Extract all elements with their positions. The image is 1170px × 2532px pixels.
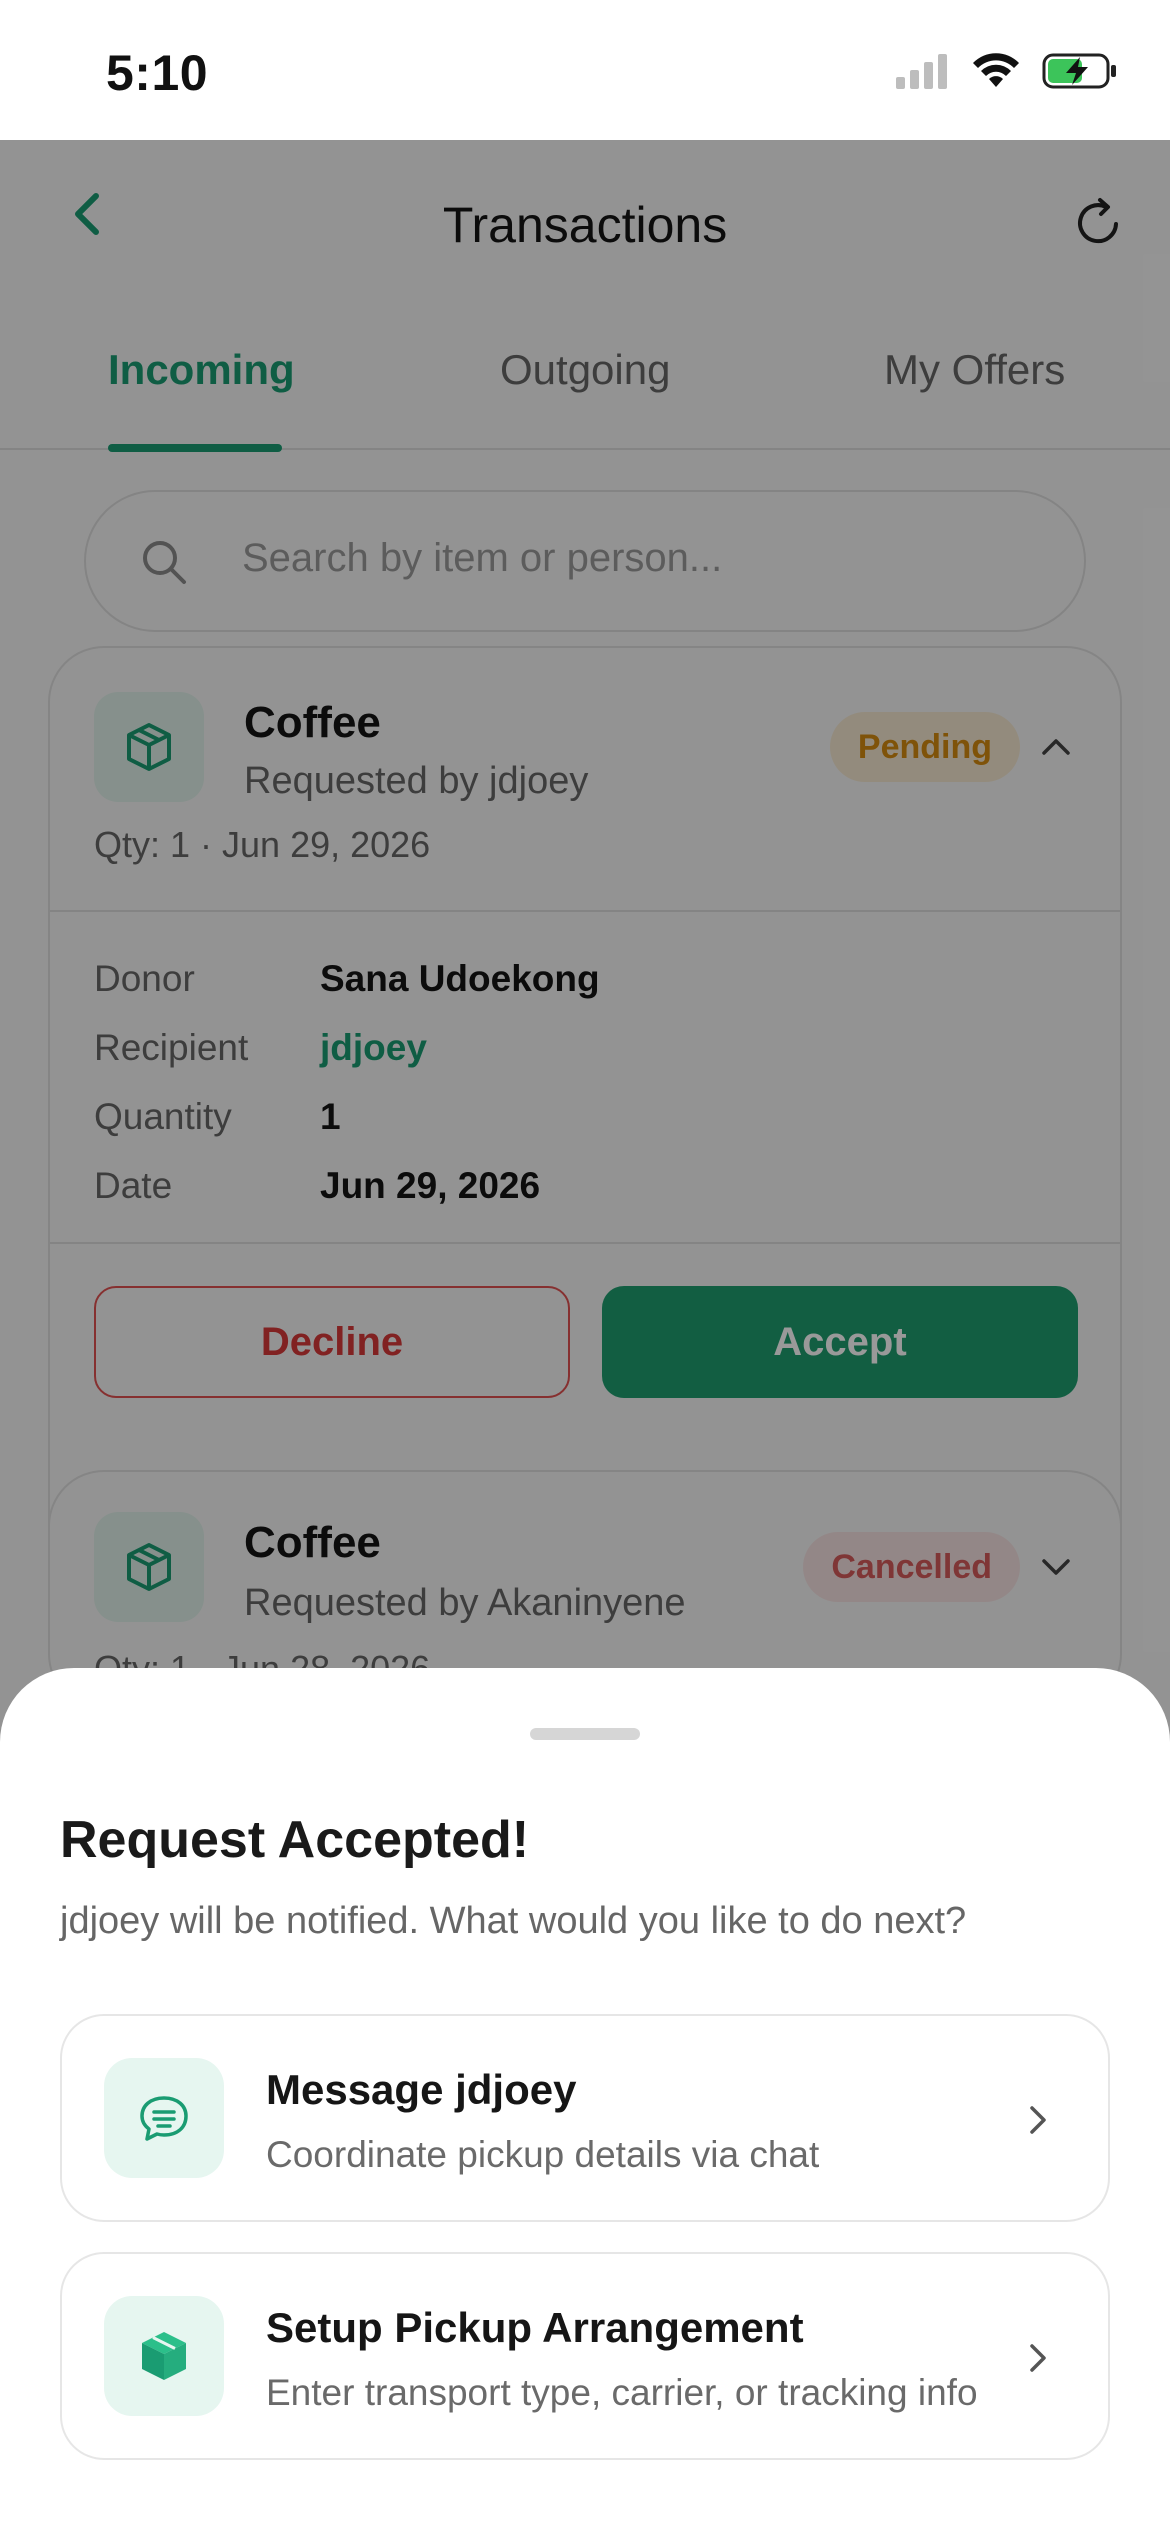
option-subtitle: Enter transport type, carrier, or tracki… [266,2372,978,2413]
option-icon-wrap [104,2296,224,2416]
option-title: Message jdjoey [266,2066,577,2113]
chevron-right-icon [1030,2344,1046,2372]
pickup-arrangement-option[interactable]: Setup Pickup Arrangement Enter transport… [60,2252,1110,2460]
option-title: Setup Pickup Arrangement [266,2304,804,2351]
status-bar: 5:10 [0,0,1170,140]
chevron-right-icon [1030,2106,1046,2134]
battery-charging-icon [1042,53,1116,89]
sheet-title: Request Accepted! [60,1811,530,1869]
chat-bubble-icon [140,2096,188,2141]
sheet-subtitle: jdjoey will be notified. What would you … [60,1900,967,1942]
status-icons [896,52,1118,90]
status-time: 5:10 [106,45,209,101]
bottom-sheet: Request Accepted! jdjoey will be notifie… [0,1668,1170,2532]
sheet-drag-handle[interactable] [530,1728,640,1740]
wifi-icon [973,53,1019,87]
option-icon-wrap [104,2058,224,2178]
option-subtitle: Coordinate pickup details via chat [266,2134,820,2175]
package-box-icon [142,2332,186,2380]
cellular-signal-icon [896,54,947,89]
message-option[interactable]: Message jdjoey Coordinate pickup details… [60,2014,1110,2222]
